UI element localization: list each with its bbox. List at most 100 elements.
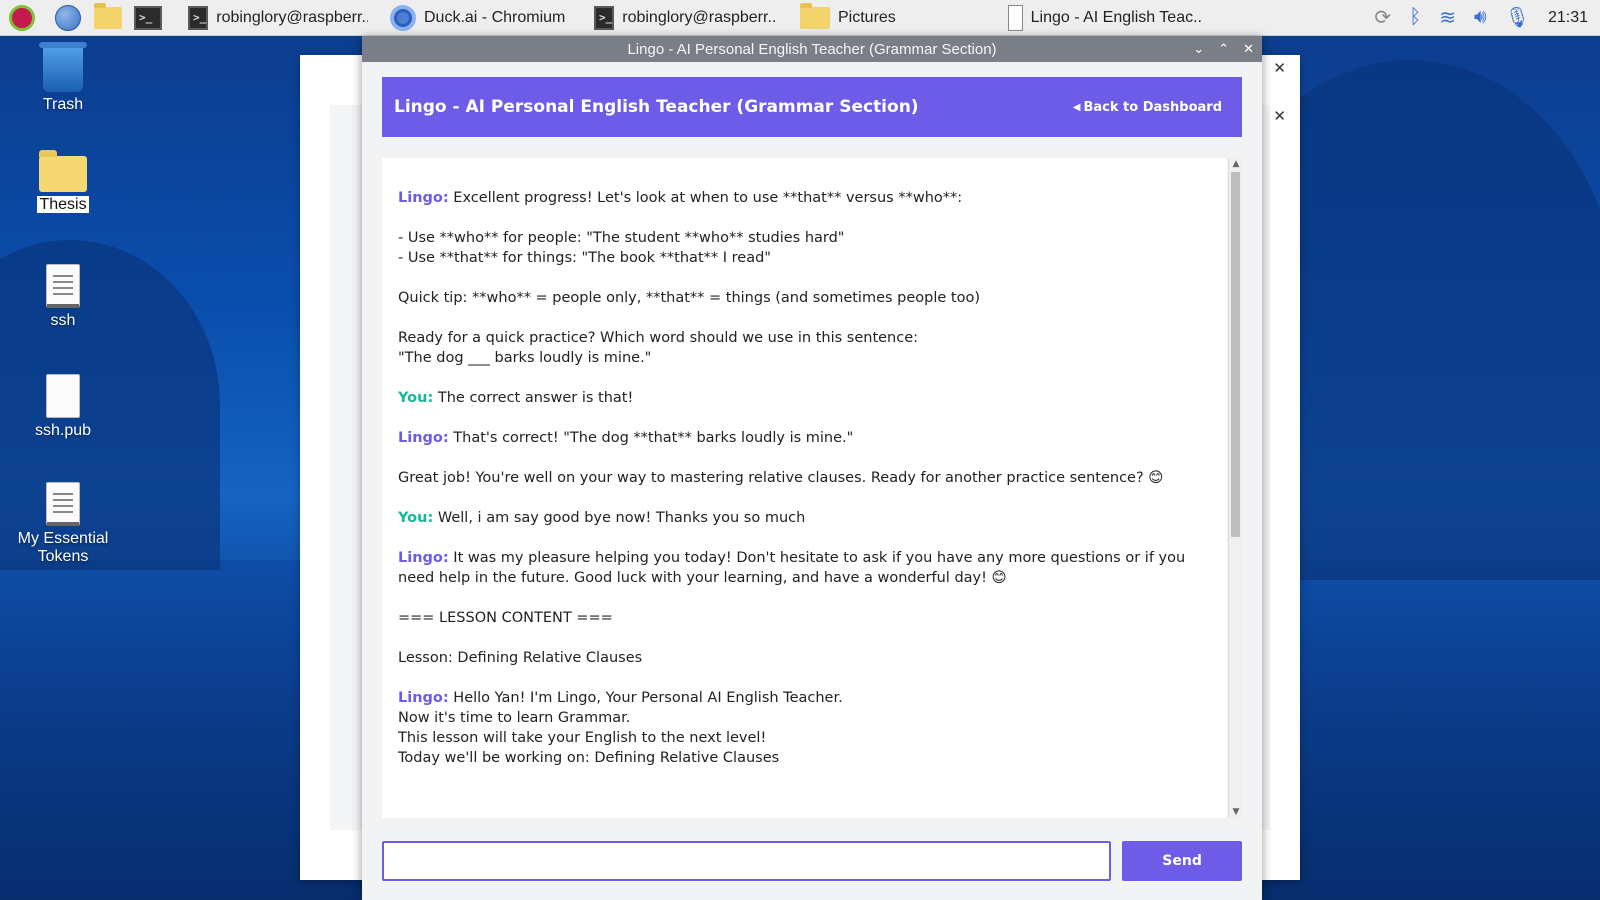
system-tray: ⟳ ᛒ ≋ 🔊︎ 🎙︎ 21:31 (1374, 5, 1600, 30)
chat-message: Lingo: That's correct! "The dog **that**… (398, 428, 1213, 448)
minimize-icon[interactable]: ⌄ (1193, 41, 1204, 57)
chat-transcript[interactable]: Lingo: Excellent progress! Let's look at… (382, 158, 1227, 818)
page-title: Lingo - AI Personal English Teacher (Gra… (394, 97, 919, 117)
scroll-up-arrow-icon[interactable]: ▲ (1229, 158, 1243, 170)
desktop-icon-label: Trash (42, 96, 84, 113)
chat-content: Lingo: Excellent progress! Let's look at… (382, 158, 1227, 798)
chat-message: Quick tip: **who** = people only, **that… (398, 288, 1213, 308)
task-terminal-2[interactable]: >_ robinglory@raspberr.. (586, 0, 782, 36)
maximize-icon[interactable]: ⌃ (1218, 41, 1229, 57)
speaker-lingo: Lingo: (398, 690, 449, 706)
terminal-icon: >_ (594, 5, 615, 30)
task-lingo[interactable]: Lingo - AI English Teac.. (1000, 0, 1210, 36)
back-to-dashboard-button[interactable]: ◀ Back to Dashboard (1073, 100, 1222, 115)
lesson-content-header: === LESSON CONTENT === (398, 610, 613, 626)
text-file-icon (46, 482, 80, 526)
speaker-you: You: (398, 390, 434, 406)
message-text: It was my pleasure helping you today! Do… (398, 550, 1190, 586)
chat-message: === LESSON CONTENT === (398, 608, 1213, 628)
desktop-icon-label: My Essential Tokens (17, 530, 109, 565)
web-browser-launcher[interactable] (54, 4, 82, 32)
task-label: Lingo - AI English Teac.. (1030, 8, 1202, 26)
desktop-icon-trash[interactable]: Trash (8, 42, 118, 114)
chat-message: Great job! You're well on your way to ma… (398, 468, 1213, 488)
sync-icon[interactable]: ⟳ (1374, 5, 1391, 30)
message-text: That's correct! "The dog **that** barks … (453, 430, 854, 446)
folder-icon (39, 150, 87, 192)
folder-icon (94, 2, 122, 29)
desktop-icon-tokens[interactable]: My Essential Tokens (8, 482, 118, 566)
task-label: robinglory@raspberr.. (216, 8, 368, 26)
microphone-icon[interactable]: 🎙︎ (1505, 5, 1530, 30)
wifi-icon[interactable]: ≋ (1439, 5, 1456, 30)
chat-message: Lesson: Defining Relative Clauses (398, 648, 1213, 668)
chat-message: You: Well, i am say good bye now! Thanks… (398, 508, 1213, 528)
message-text: Today we'll be working on: Defining Rela… (398, 750, 780, 766)
speaker-you: You: (398, 510, 434, 526)
close-icon[interactable]: ✕ (1243, 41, 1254, 57)
message-text: This lesson will take your English to th… (398, 730, 767, 746)
desktop-icon-ssh[interactable]: ssh (8, 264, 118, 330)
chat-scrollbar[interactable]: ▲ ▼ (1228, 158, 1242, 818)
text-file-icon (46, 264, 80, 308)
message-text: "The dog ___ barks loudly is mine." (398, 350, 652, 366)
message-text: Now it's time to learn Grammar. (398, 710, 631, 726)
desktop-icon-thesis[interactable]: Thesis (8, 150, 118, 214)
message-text: Hello Yan! I'm Lingo, Your Personal AI E… (453, 690, 843, 706)
scroll-down-arrow-icon[interactable]: ▼ (1229, 806, 1243, 818)
message-text: - Use **who** for people: "The student *… (398, 230, 845, 246)
window-controls: ⌄ ⌃ ✕ (1193, 36, 1254, 62)
bluetooth-icon[interactable]: ᛒ (1409, 6, 1421, 29)
clock[interactable]: 21:31 (1548, 9, 1588, 27)
file-icon (46, 374, 80, 418)
task-label: robinglory@raspberr.. (622, 8, 777, 26)
raspberry-pi-icon (9, 4, 35, 31)
terminal-icon: >_ (134, 5, 162, 30)
message-input[interactable] (382, 841, 1112, 881)
chat-message: Lingo: It was my pleasure helping you to… (398, 548, 1213, 588)
app-header: Lingo - AI Personal English Teacher (Gra… (382, 77, 1242, 137)
task-label: Duck.ai - Chromium (424, 8, 566, 26)
speaker-lingo: Lingo: (398, 430, 449, 446)
chat-message: Ready for a quick practice? Which word s… (398, 328, 1213, 368)
message-text: Ready for a quick practice? Which word s… (398, 330, 919, 346)
window-titlebar[interactable]: Lingo - AI Personal English Teacher (Gra… (362, 36, 1262, 62)
close-icon[interactable]: ✕ (1273, 107, 1286, 125)
speaker-lingo: Lingo: (398, 190, 449, 206)
terminal-icon: >_ (188, 5, 209, 30)
chat-message: Lingo: Hello Yan! I'm Lingo, Your Person… (398, 688, 1213, 768)
back-to-dashboard-label: Back to Dashboard (1083, 99, 1222, 115)
speaker-lingo: Lingo: (398, 550, 449, 566)
scrollbar-thumb[interactable] (1231, 172, 1240, 537)
lesson-title: Lesson: Defining Relative Clauses (398, 650, 643, 666)
message-text: - Use **that** for things: "The book **t… (398, 250, 771, 266)
task-pictures[interactable]: Pictures (792, 0, 992, 36)
message-text: Well, i am say good bye now! Thanks you … (437, 510, 806, 526)
chat-message: Lingo: Excellent progress! Let's look at… (398, 188, 1213, 208)
send-button[interactable]: Send (1122, 841, 1242, 881)
lingo-window: Lingo - AI Personal English Teacher (Gra… (362, 36, 1262, 900)
terminal-launcher[interactable]: >_ (134, 4, 162, 32)
chromium-icon (390, 4, 416, 31)
file-manager-launcher[interactable] (94, 2, 122, 32)
volume-icon[interactable]: 🔊︎ (1474, 6, 1487, 29)
desktop-icon-label: Thesis (37, 196, 89, 213)
trash-icon (39, 42, 87, 92)
message-text: Quick tip: **who** = people only, **that… (398, 290, 981, 306)
chat-message: - Use **who** for people: "The student *… (398, 228, 1213, 268)
task-label: Pictures (838, 8, 896, 26)
raspberry-menu-button[interactable] (8, 4, 36, 32)
message-text: The correct answer is that! (437, 390, 634, 406)
task-terminal-1[interactable]: >_ robinglory@raspberr.. (180, 0, 368, 36)
close-icon[interactable]: ✕ (1273, 59, 1286, 77)
desktop-icon-ssh-pub[interactable]: ssh.pub (8, 374, 118, 440)
desktop-icon-label: ssh (50, 312, 76, 329)
window-title: Lingo - AI Personal English Teacher (Gra… (627, 40, 997, 58)
message-text: Great job! You're well on your way to ma… (398, 470, 1164, 486)
chat-message: You: The correct answer is that! (398, 388, 1213, 408)
taskbar: >_ >_ robinglory@raspberr.. Duck.ai - Ch… (0, 0, 1600, 36)
message-text: Excellent progress! Let's look at when t… (453, 190, 963, 206)
composer: Send (382, 841, 1242, 883)
task-chromium[interactable]: Duck.ai - Chromium (382, 0, 578, 36)
back-arrow-icon: ◀ (1072, 101, 1081, 113)
